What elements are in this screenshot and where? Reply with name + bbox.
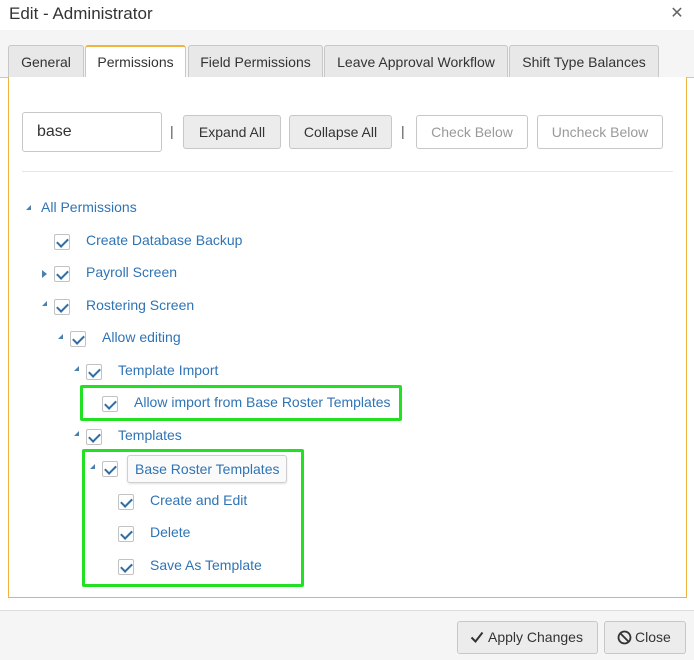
tree-node-all-permissions[interactable]: All Permissions [41, 199, 137, 215]
collapse-arrow-icon[interactable] [40, 299, 50, 309]
dialog-titlebar: Edit - Administrator ✕ [0, 0, 694, 30]
checkbox-create-and-edit[interactable] [118, 494, 134, 510]
uncheck-below-button[interactable]: Uncheck Below [537, 115, 663, 149]
check-below-button[interactable]: Check Below [416, 115, 528, 149]
checkbox-allow-editing[interactable] [70, 331, 86, 347]
tree-node-allow-editing[interactable]: Allow editing [102, 329, 181, 345]
checkbox-templates[interactable] [86, 429, 102, 445]
collapse-arrow-icon[interactable] [88, 462, 98, 472]
tree-node-templates[interactable]: Templates [118, 427, 182, 443]
checkbox-template-import[interactable] [86, 364, 102, 380]
dialog-title: Edit - Administrator [9, 4, 153, 23]
checkbox-payroll-screen[interactable] [54, 266, 70, 282]
tab-leave-approval-workflow[interactable]: Leave Approval Workflow [324, 45, 508, 78]
tab-general[interactable]: General [8, 45, 84, 78]
tree-node-allow-import-base-roster[interactable]: Allow import from Base Roster Templates [134, 394, 391, 410]
search-input[interactable] [22, 112, 162, 152]
collapse-arrow-icon[interactable] [72, 364, 82, 374]
collapse-arrow-icon[interactable] [72, 429, 82, 439]
tab-shift-type-balances[interactable]: Shift Type Balances [509, 45, 659, 78]
checkbox-create-database-backup[interactable] [54, 234, 70, 250]
collapse-all-button[interactable]: Collapse All [289, 115, 392, 149]
check-icon [470, 631, 484, 644]
dialog-footer: Apply Changes Close [0, 610, 694, 660]
expand-all-button[interactable]: Expand All [183, 115, 281, 149]
close-label: Close [635, 629, 671, 645]
tab-strip: General Permissions Field Permissions Le… [0, 30, 694, 79]
close-icon[interactable]: ✕ [668, 5, 686, 23]
tree-node-rostering-screen[interactable]: Rostering Screen [86, 297, 194, 313]
tree-node-create-and-edit[interactable]: Create and Edit [150, 492, 247, 508]
checkbox-save-as-template[interactable] [118, 559, 134, 575]
tab-field-permissions[interactable]: Field Permissions [188, 45, 323, 78]
checkbox-base-roster-templates[interactable] [102, 461, 118, 477]
apply-changes-label: Apply Changes [488, 629, 583, 645]
checkbox-allow-import-base-roster[interactable] [102, 396, 118, 412]
toolbar-separator: | [170, 123, 174, 139]
tree-node-base-roster-templates[interactable]: Base Roster Templates [127, 455, 288, 483]
tree-node-template-import[interactable]: Template Import [118, 362, 218, 378]
cancel-icon [617, 630, 632, 645]
tree-node-save-as-template[interactable]: Save As Template [150, 557, 262, 573]
checkbox-delete[interactable] [118, 526, 134, 542]
tree-node-payroll-screen[interactable]: Payroll Screen [86, 264, 177, 280]
expand-arrow-icon[interactable] [40, 270, 50, 280]
toolbar-separator: | [401, 123, 405, 139]
apply-changes-button[interactable]: Apply Changes [457, 621, 598, 654]
permissions-panel: | Expand All Collapse All | Check Below … [8, 77, 687, 598]
checkbox-rostering-screen[interactable] [54, 299, 70, 315]
collapse-arrow-icon[interactable] [56, 332, 66, 342]
tree-node-delete[interactable]: Delete [150, 524, 190, 540]
tab-permissions[interactable]: Permissions [85, 45, 186, 79]
tree-node-create-database-backup[interactable]: Create Database Backup [86, 232, 242, 248]
divider [22, 171, 673, 172]
close-button[interactable]: Close [604, 621, 686, 654]
collapse-arrow-icon[interactable] [24, 203, 34, 213]
